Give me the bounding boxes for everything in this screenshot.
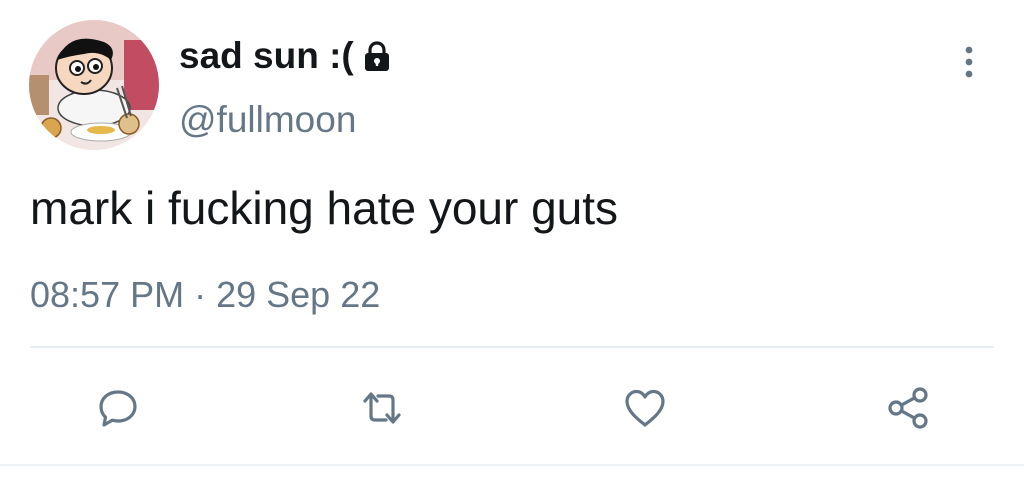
bottom-border [0, 464, 1024, 466]
lock-icon [364, 41, 389, 71]
more-vertical-icon[interactable] [958, 44, 980, 84]
heart-icon [625, 389, 665, 427]
reply-icon [99, 390, 137, 427]
display-name-text: sad sun :( [179, 35, 354, 76]
share-button[interactable] [880, 380, 936, 436]
display-name[interactable]: sad sun :( [179, 34, 394, 78]
tweet-date[interactable]: 29 Sep 22 [216, 274, 380, 315]
tweet-meta: 08:57 PM · 29 Sep 22 [30, 272, 380, 318]
retweet-icon [363, 392, 401, 424]
divider [30, 346, 994, 348]
meta-separator: · [194, 274, 207, 315]
cartoon-boy-avatar-image [29, 20, 159, 150]
tweet-text: mark i fucking hate your guts [30, 182, 619, 234]
share-icon [888, 387, 928, 429]
retweet-button[interactable] [354, 380, 410, 436]
like-button[interactable] [617, 380, 673, 436]
user-handle[interactable]: @fullmoon [179, 98, 356, 142]
action-bar [0, 380, 1024, 436]
reply-button[interactable] [90, 380, 146, 436]
tweet-time[interactable]: 08:57 PM [30, 274, 184, 315]
avatar[interactable] [29, 20, 159, 150]
